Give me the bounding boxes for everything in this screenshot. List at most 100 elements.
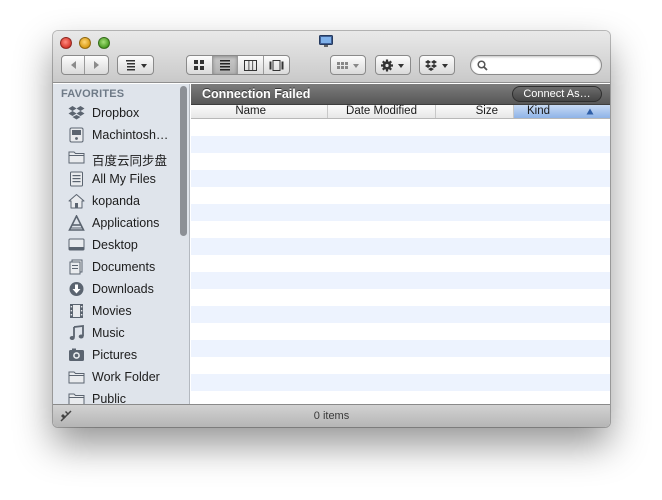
sidebar-item-label: Public — [92, 392, 127, 404]
sidebar-scrollbar[interactable] — [180, 86, 187, 236]
music-icon — [69, 325, 84, 340]
table-row — [191, 340, 610, 357]
coverflow-view-icon — [269, 59, 284, 71]
back-arrow-icon — [70, 61, 76, 69]
sidebar-item-music[interactable]: Music — [53, 322, 181, 344]
applications-icon — [68, 215, 85, 231]
forward-button[interactable] — [85, 56, 108, 74]
file-list-pane: Connection Failed Connect As… Name Date … — [191, 84, 610, 404]
sidebar-item-label: Movies — [92, 304, 132, 318]
sidebar-item-work-folder[interactable]: Work Folder — [53, 366, 181, 388]
folder-icon — [68, 393, 85, 404]
finder-window: FAVORITES Dropbox Machintosh… 百度云同步盘 All… — [53, 31, 610, 427]
table-row — [191, 323, 610, 340]
dropbox-menu-button[interactable] — [419, 55, 455, 75]
sidebar-item-applications[interactable]: Applications — [53, 212, 181, 234]
view-mode-control — [186, 55, 290, 75]
table-row — [191, 255, 610, 272]
home-icon — [68, 194, 85, 209]
column-header-name[interactable]: Name — [191, 105, 328, 118]
sidebar-item-label: Dropbox — [92, 106, 140, 120]
folder-icon — [68, 151, 85, 164]
sidebar-item-label: Work Folder — [92, 370, 160, 384]
table-row — [191, 153, 610, 170]
action-menu-button[interactable] — [375, 55, 411, 75]
table-row — [191, 136, 610, 153]
table-row — [191, 119, 610, 136]
zoom-window-button[interactable] — [98, 37, 110, 49]
table-row — [191, 187, 610, 204]
file-list[interactable] — [191, 119, 610, 404]
table-row — [191, 272, 610, 289]
column-header-date-modified[interactable]: Date Modified — [328, 105, 436, 118]
group-grid-icon — [337, 61, 359, 69]
table-row — [191, 306, 610, 323]
sidebar-item-label: Machintosh… — [92, 128, 169, 142]
sidebar-item-baidu-sync[interactable]: 百度云同步盘 — [53, 146, 181, 168]
dropbox-icon — [425, 59, 448, 71]
downloads-icon — [69, 282, 84, 296]
desktop-icon — [68, 238, 85, 251]
movies-icon — [70, 304, 83, 318]
connect-as-button[interactable]: Connect As… — [512, 86, 602, 102]
column-header-size[interactable]: Size — [436, 105, 514, 118]
sidebar-item-desktop[interactable]: Desktop — [53, 234, 181, 256]
sidebar-item-label: kopanda — [92, 194, 140, 208]
sidebar-item-public[interactable]: Public — [53, 388, 181, 404]
minimize-window-button[interactable] — [79, 37, 91, 49]
sidebar-item-label: Pictures — [92, 348, 138, 362]
list-view-button[interactable] — [212, 56, 238, 74]
table-row — [191, 221, 610, 238]
sidebar-item-documents[interactable]: Documents — [53, 256, 181, 278]
sidebar-item-label: Desktop — [92, 238, 138, 252]
back-button[interactable] — [62, 56, 86, 74]
column-view-button[interactable] — [238, 56, 264, 74]
column-header: Name Date Modified Size Kind — [191, 105, 610, 119]
icon-view-button[interactable] — [187, 56, 213, 74]
sidebar-item-downloads[interactable]: Downloads — [53, 278, 181, 300]
item-count-status: 0 items — [313, 410, 350, 422]
list-view-icon — [219, 60, 230, 71]
sidebar: FAVORITES Dropbox Machintosh… 百度云同步盘 All… — [53, 84, 190, 404]
sidebar-item-label: All My Files — [92, 172, 156, 186]
icon-view-icon — [194, 60, 205, 70]
search-field[interactable] — [470, 55, 602, 75]
forward-arrow-icon — [94, 61, 99, 69]
connection-status-title: Connection Failed — [202, 87, 311, 101]
pictures-icon — [69, 348, 84, 361]
table-row — [191, 289, 610, 306]
table-row — [191, 374, 610, 391]
path-bar: Connection Failed Connect As… — [191, 84, 610, 105]
sidebar-item-all-my-files[interactable]: All My Files — [53, 168, 181, 190]
documents-icon — [69, 259, 83, 275]
table-row — [191, 204, 610, 221]
sidebar-item-label: Downloads — [92, 282, 154, 296]
table-row — [191, 238, 610, 255]
column-view-icon — [243, 59, 257, 71]
sidebar-header-favorites: FAVORITES — [61, 88, 125, 100]
search-input[interactable] — [491, 58, 595, 72]
folder-icon — [68, 371, 85, 384]
arrange-button[interactable] — [117, 55, 154, 75]
hard-drive-icon — [69, 127, 84, 143]
computer-monitor-icon — [319, 35, 333, 47]
table-row — [191, 170, 610, 187]
group-by-button[interactable] — [330, 55, 366, 75]
table-row — [191, 357, 610, 374]
sidebar-item-dropbox[interactable]: Dropbox — [53, 102, 181, 124]
sidebar-item-movies[interactable]: Movies — [53, 300, 181, 322]
close-window-button[interactable] — [60, 37, 72, 49]
sidebar-item-label: Documents — [92, 260, 156, 274]
sidebar-item-machintosh[interactable]: Machintosh… — [53, 124, 181, 146]
toolbar — [53, 31, 610, 83]
sidebar-item-pictures[interactable]: Pictures — [53, 344, 181, 366]
sidebar-item-kopanda[interactable]: kopanda — [53, 190, 181, 212]
status-bar: 0 items — [53, 404, 610, 427]
sort-ascending-icon — [586, 108, 594, 115]
coverflow-view-button[interactable] — [264, 56, 289, 74]
sidebar-item-label: Music — [92, 326, 125, 340]
dropbox-icon — [68, 106, 85, 120]
gear-icon — [381, 59, 404, 71]
arrange-icon — [125, 60, 147, 71]
column-header-kind[interactable]: Kind — [514, 105, 610, 118]
